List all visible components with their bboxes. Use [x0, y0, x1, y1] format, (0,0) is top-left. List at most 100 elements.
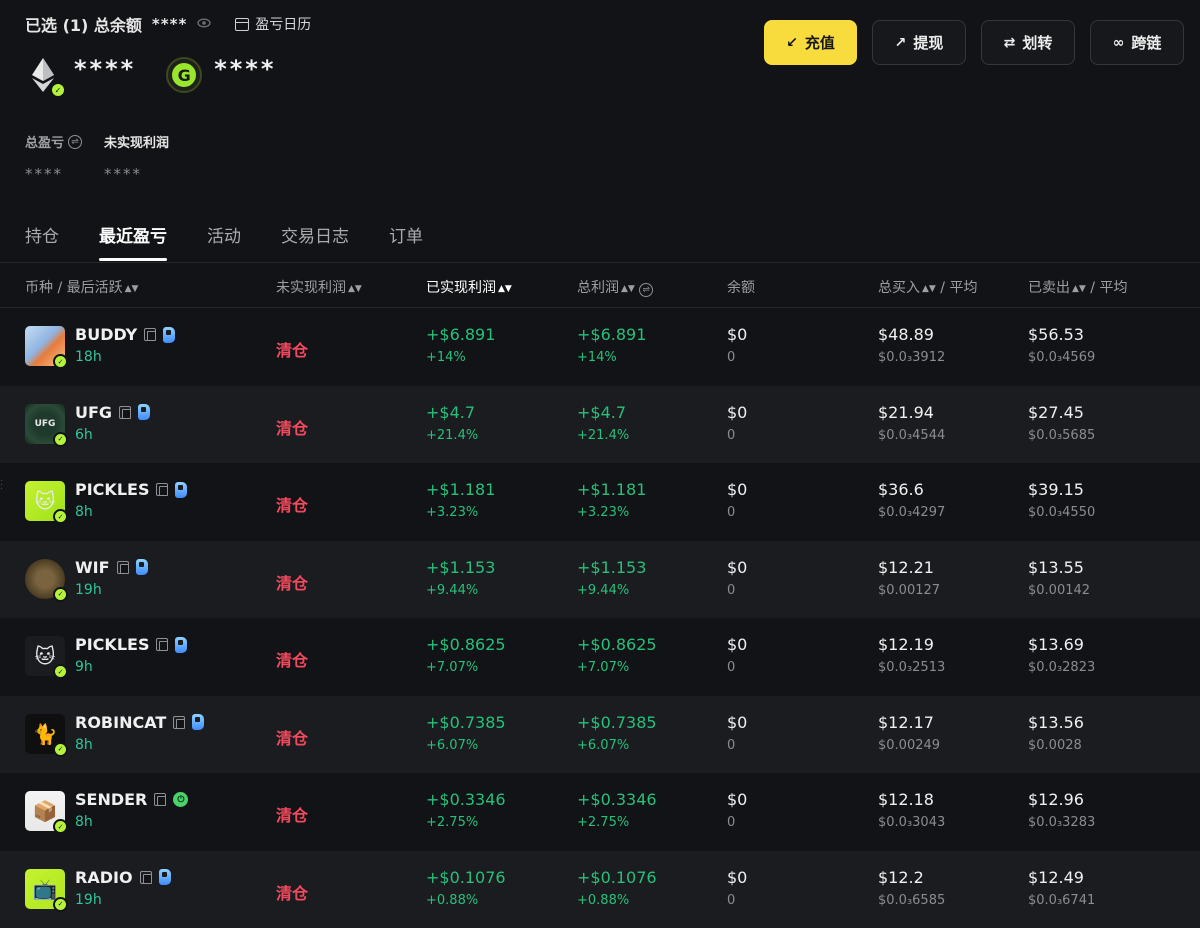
- table-row[interactable]: 🐱 ✓ PICKLES 9h 清仓 +$0.8625 +7.07% +$0.86…: [0, 618, 1200, 696]
- sold-avg-price: $0.0₃2823: [1028, 660, 1096, 675]
- token-name[interactable]: PICKLES: [75, 635, 149, 654]
- total-sold: $12.49: [1028, 867, 1084, 887]
- total-profit: +$4.7: [577, 402, 627, 422]
- col-unrealized-header[interactable]: 未实现利润 ▲▼: [276, 277, 362, 297]
- robincat-token-icon[interactable]: 🐈 ✓: [25, 713, 68, 757]
- token-name[interactable]: ROBINCAT: [75, 713, 166, 732]
- tab-orders[interactable]: 订单: [389, 222, 423, 261]
- copy-icon[interactable]: [156, 483, 169, 496]
- pickles-token-icon[interactable]: 🐱 ✓: [25, 636, 68, 679]
- sold-avg-price: $0.0₃5685: [1028, 427, 1096, 443]
- bridge-button[interactable]: ∞ 跨链: [1090, 20, 1184, 65]
- table-row[interactable]: ✓ WIF 19h 清仓 +$1.153 +9.44% +$1.153 +9.4…: [0, 540, 1200, 618]
- calendar-icon: [235, 17, 250, 31]
- token-name[interactable]: SENDER: [75, 790, 147, 809]
- total-bought: $48.89: [878, 325, 934, 344]
- copy-icon[interactable]: [119, 405, 132, 419]
- wif-token-icon[interactable]: ✓: [25, 558, 68, 602]
- p-chain-icon: [158, 869, 171, 885]
- radio-token-icon[interactable]: 📺 ✓: [25, 868, 68, 912]
- col-token-label: 币种 / 最后活跃: [25, 280, 123, 296]
- tab-trade-log[interactable]: 交易日志: [281, 222, 349, 261]
- token-name[interactable]: PICKLES: [75, 480, 149, 499]
- col-token-header[interactable]: 币种 / 最后活跃 ▲▼: [25, 277, 138, 297]
- eye-icon[interactable]: [197, 17, 211, 32]
- sort-icon: ▲▼: [621, 284, 635, 294]
- table-row[interactable]: ✓ BUDDY 18h 清仓 +$6.891 +14% +$6.891 +14%…: [0, 308, 1200, 386]
- buddy-token-icon[interactable]: ✓: [25, 326, 68, 369]
- balance-amount: 0: [727, 427, 736, 443]
- deposit-label: 充值: [804, 34, 835, 52]
- col-sold-header[interactable]: 已卖出 ▲▼ / 平均: [1028, 277, 1127, 297]
- balance-amount: 0: [727, 892, 736, 908]
- token-name-cell[interactable]: BUDDY: [75, 325, 176, 344]
- token-name-cell[interactable]: WIF: [75, 558, 148, 577]
- col-realized-header[interactable]: 已实现利润 ▲▼: [426, 277, 512, 297]
- chain-link-icon: ∞: [1112, 34, 1125, 51]
- table-row[interactable]: 📦 ✓ SENDER ⏻ 8h 清仓 +$0.3346 +2.75% +$0.3…: [0, 773, 1200, 851]
- copy-icon[interactable]: [116, 560, 129, 574]
- token-name-cell[interactable]: SENDER ⏻: [75, 790, 189, 809]
- total-bought: $21.94: [878, 402, 934, 422]
- currency-toggle-icon[interactable]: ⇌: [639, 283, 654, 297]
- total-bought: $12.21: [878, 557, 934, 577]
- col-sold-avg-label: / 平均: [1090, 280, 1128, 296]
- total-sold: $39.15: [1028, 480, 1084, 499]
- token-name[interactable]: UFG: [75, 403, 112, 422]
- copy-icon[interactable]: [144, 328, 157, 341]
- copy-icon[interactable]: [139, 870, 152, 884]
- ufg-token-icon[interactable]: UFG ✓: [25, 403, 68, 447]
- sender-token-icon[interactable]: 📦 ✓: [25, 791, 68, 834]
- withdraw-button[interactable]: ↗ 提现: [872, 20, 966, 65]
- copy-icon[interactable]: [156, 638, 169, 651]
- total-pnl-value: ****: [25, 165, 63, 183]
- token-name-cell[interactable]: PICKLES: [75, 635, 188, 654]
- pnl-calendar-link[interactable]: 盈亏日历: [235, 14, 311, 34]
- total-sold: $13.69: [1028, 635, 1084, 654]
- table-row[interactable]: 🐱 ✓ PICKLES 8h 清仓 +$1.181 +3.23% +$1.181…: [0, 463, 1200, 541]
- gmgn-coin-icon: G: [166, 57, 203, 93]
- leaf-badge-icon: ✓: [53, 664, 68, 679]
- realized-profit-pct: +6.07%: [426, 737, 479, 753]
- col-balance-header: 余额: [727, 277, 755, 297]
- col-bought-header[interactable]: 总买入 ▲▼ / 平均: [878, 277, 977, 297]
- last-active: 8h: [75, 736, 93, 753]
- transfer-button[interactable]: ⇄ 划转: [981, 20, 1075, 65]
- token-name-cell[interactable]: RADIO: [75, 868, 171, 887]
- col-total-header[interactable]: 总利润 ▲▼ ⇌: [577, 277, 654, 297]
- realized-profit: +$0.8625: [426, 635, 506, 654]
- sold-avg-price: $0.0₃6741: [1028, 892, 1096, 908]
- copy-icon[interactable]: [173, 715, 186, 729]
- total-sold: $13.55: [1028, 557, 1084, 577]
- total-profit-pct: +21.4%: [577, 427, 630, 443]
- table-row[interactable]: 📺 ✓ RADIO 19h 清仓 +$0.1076 +0.88% +$0.107…: [0, 850, 1200, 928]
- tab-recent-pnl[interactable]: 最近盈亏: [99, 222, 167, 261]
- realized-profit: +$6.891: [426, 325, 496, 344]
- table-row[interactable]: 🐈 ✓ ROBINCAT 8h 清仓 +$0.7385 +6.07% +$0.7…: [0, 695, 1200, 773]
- token-name[interactable]: WIF: [75, 558, 110, 577]
- copy-icon[interactable]: [154, 793, 167, 806]
- currency-toggle-icon[interactable]: ⇌: [68, 134, 83, 149]
- bought-avg-price: $0.0₃4544: [878, 427, 946, 443]
- token-name-cell[interactable]: UFG: [75, 403, 151, 422]
- tab-holdings[interactable]: 持仓: [25, 222, 59, 261]
- realized-profit: +$4.7: [426, 402, 476, 422]
- token-name[interactable]: BUDDY: [75, 325, 137, 344]
- sort-icon: ▲▼: [922, 284, 936, 294]
- unrealized-pnl-label: 未实现利润: [104, 136, 170, 151]
- token-name-cell[interactable]: PICKLES: [75, 480, 188, 499]
- token-name[interactable]: RADIO: [75, 868, 133, 887]
- balance-amount: 0: [727, 505, 736, 520]
- tab-activity[interactable]: 活动: [207, 222, 241, 261]
- token-name-cell[interactable]: ROBINCAT: [75, 713, 205, 732]
- realized-profit-pct: +21.4%: [426, 427, 479, 443]
- realized-profit-pct: +0.88%: [426, 892, 479, 908]
- leaf-badge-icon: ✓: [50, 82, 66, 98]
- deposit-button[interactable]: ↙ 充值: [764, 20, 857, 65]
- arrow-down-left-icon: ↙: [786, 34, 798, 51]
- pickles-token-icon[interactable]: 🐱 ✓: [25, 481, 68, 524]
- table-row[interactable]: UFG ✓ UFG 6h 清仓 +$4.7 +21.4% +$4.7 +21.4…: [0, 385, 1200, 463]
- resize-handle-icon[interactable]: · · ·: [0, 477, 4, 495]
- total-profit-pct: +14%: [577, 350, 617, 365]
- col-bought-avg-label: / 平均: [940, 280, 978, 296]
